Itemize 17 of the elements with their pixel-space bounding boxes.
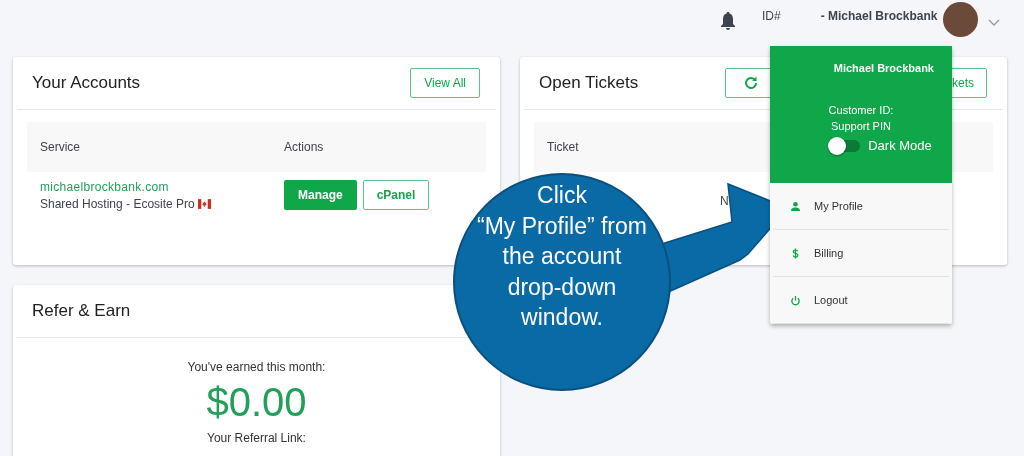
column-header: Actions <box>284 140 324 154</box>
callout-text: Click “My Profile” from the account drop-down window. <box>476 181 648 332</box>
earned-amount: $0.00 <box>206 380 307 425</box>
card-title: Your Accounts <box>32 73 141 93</box>
column-header: Service <box>39 140 81 154</box>
earned-label: You've earned this month: <box>187 360 326 374</box>
support-pin-label: Support PIN <box>831 120 891 132</box>
dropdown-user-name: Michael Brockbank <box>833 62 934 74</box>
id-label: ID# <box>762 9 781 23</box>
card-title: Open Tickets <box>539 73 639 93</box>
referral-link-label: Your Referral Link: <box>207 431 306 445</box>
empty-message: N <box>720 194 729 208</box>
dark-mode-label: Dark Mode <box>868 138 932 153</box>
card-title: Refer & Earn <box>32 301 131 321</box>
column-header: Ticket <box>546 140 579 154</box>
plan-name: Shared Hosting - Ecosite Pro <box>40 197 195 211</box>
customer-id-label: Customer ID: <box>828 104 894 116</box>
